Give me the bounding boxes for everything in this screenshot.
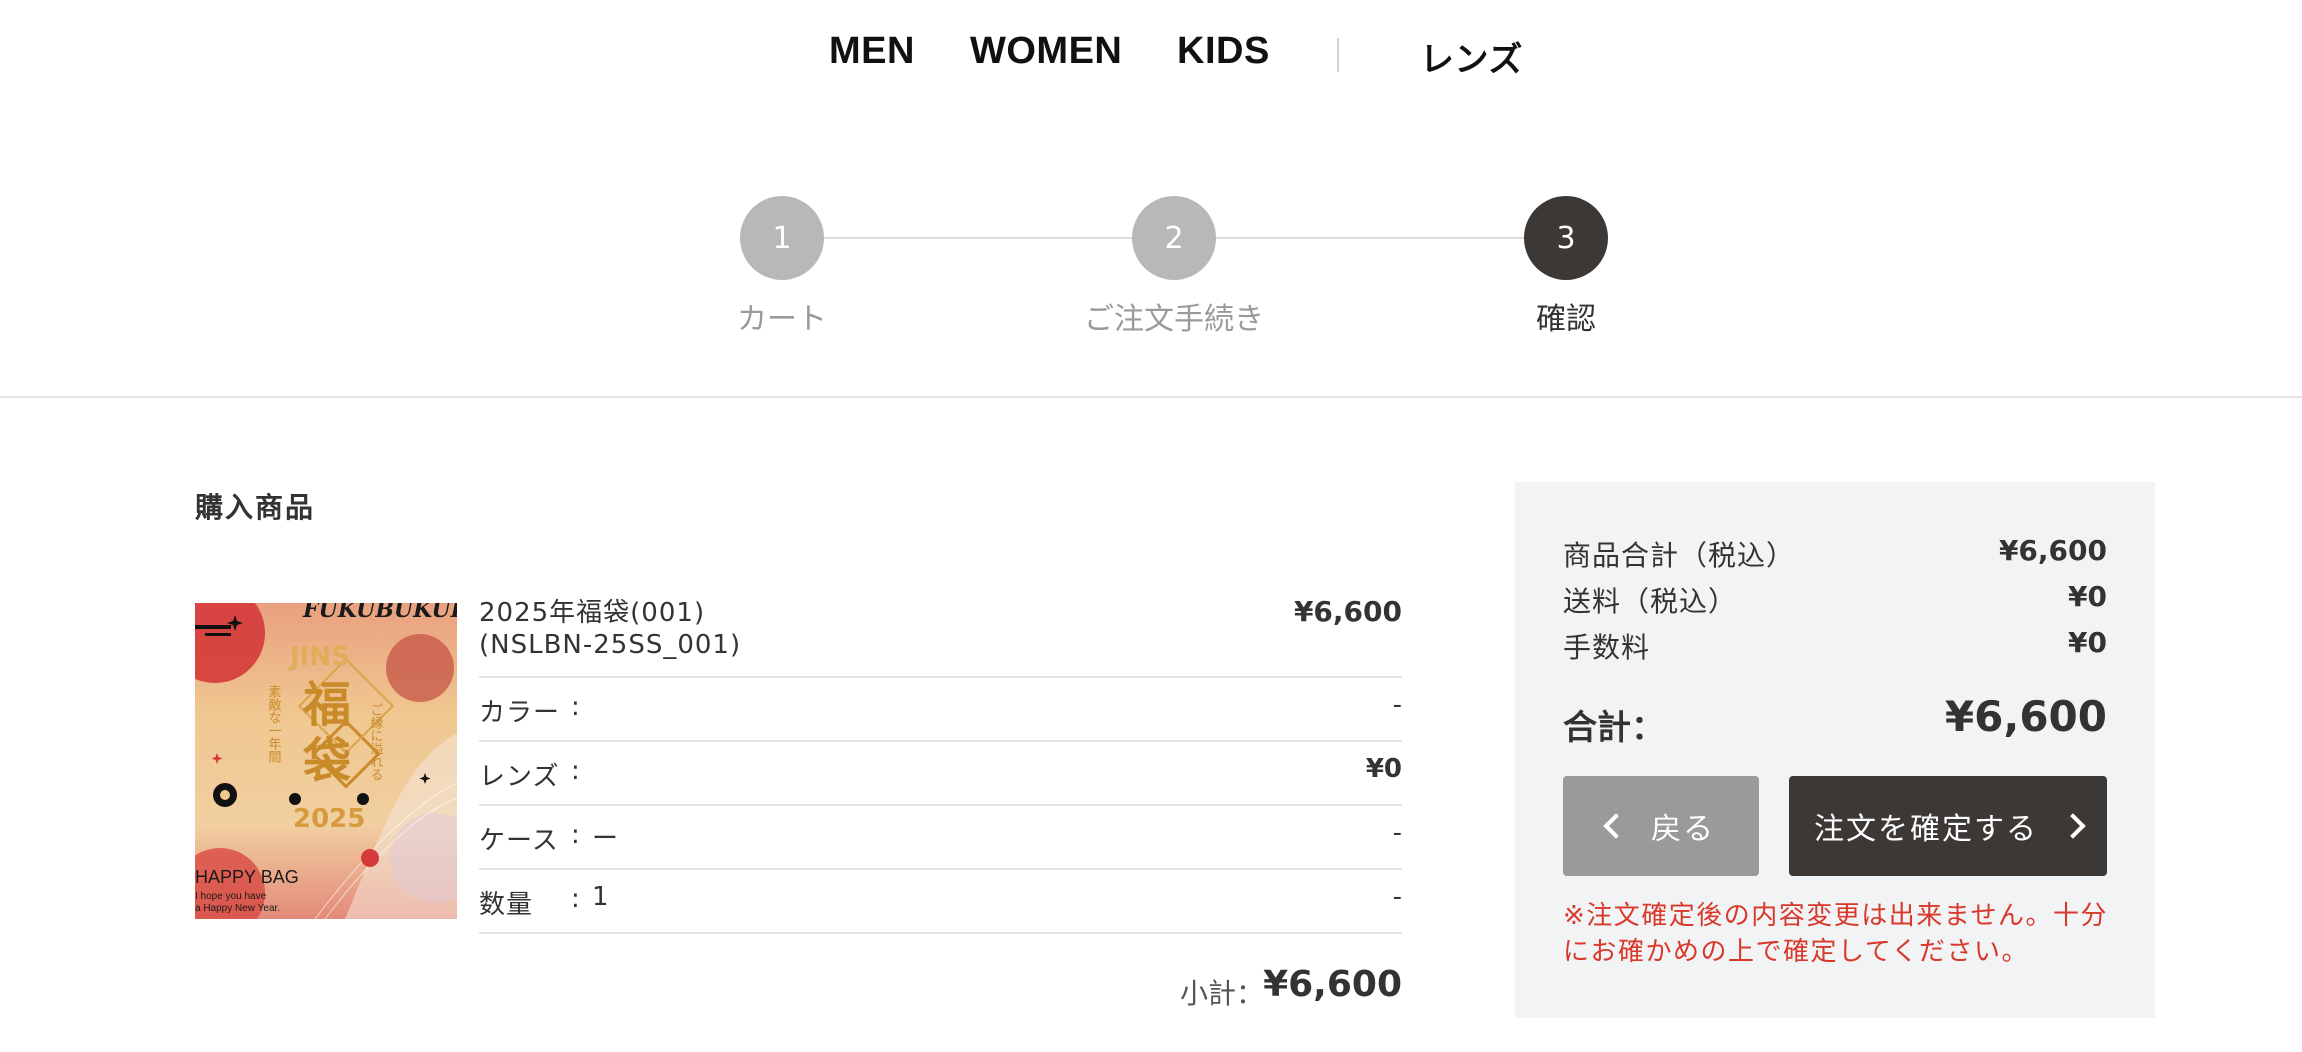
chevron-left-icon	[1603, 813, 1629, 839]
option-price-case: -	[1392, 818, 1402, 848]
top-nav: MEN WOMEN KIDS レンズ	[0, 0, 2302, 110]
row-divider	[479, 868, 1402, 870]
option-price-quantity: -	[1392, 882, 1402, 912]
row-divider	[479, 740, 1402, 742]
svg-text:袋: 袋	[302, 733, 351, 789]
summary-value: ¥0	[2068, 580, 2107, 613]
section-title: 購入商品	[195, 491, 316, 524]
svg-text:福: 福	[302, 677, 351, 733]
option-label-quantity: 数量	[479, 890, 534, 920]
total-label: 合計：	[1563, 708, 1665, 748]
option-colon: :	[571, 692, 580, 722]
svg-text:2025: 2025	[293, 804, 365, 834]
svg-text:FUKUBUKURO: FUKUBUKURO	[302, 603, 457, 623]
header-divider	[0, 396, 2302, 398]
product-price: ¥6,600	[1293, 595, 1402, 628]
back-button-label: 戻る	[1651, 812, 1715, 847]
svg-text:a Happy New Year.: a Happy New Year.	[195, 903, 280, 914]
nav-women[interactable]: WOMEN	[970, 30, 1122, 73]
order-notice: ※注文確定後の内容変更は出来ません。十分にお確かめの上で確定してください。	[1563, 901, 2109, 967]
total-value: ¥6,600	[1944, 692, 2107, 741]
nav-lens[interactable]: レンズ	[1420, 32, 1523, 81]
option-colon: :	[571, 756, 580, 786]
product-image[interactable]: FUKUBUKURO JINS 福 袋 2025 ご縁に溢れる 素敵な一年間 H…	[195, 603, 457, 919]
nav-men[interactable]: MEN	[829, 30, 915, 73]
row-divider	[479, 804, 1402, 806]
step-1-circle: 1	[740, 196, 824, 280]
option-label-color: カラー	[479, 698, 561, 728]
nav-kids[interactable]: KIDS	[1177, 30, 1270, 73]
svg-text:素敵な一年間: 素敵な一年間	[266, 685, 282, 764]
step-connector	[1174, 237, 1566, 239]
option-price-lens: ¥0	[1365, 754, 1402, 784]
step-2-label: ご注文手続き	[1084, 302, 1264, 337]
back-button[interactable]: 戻る	[1563, 776, 1759, 876]
option-label-case: ケース	[479, 826, 559, 856]
product-code: (NSLBN-25SS_001)	[479, 630, 742, 660]
svg-text:I hope you have: I hope you have	[195, 891, 267, 902]
product-name: 2025年福袋(001)	[479, 598, 706, 628]
summary-label: 商品合計（税込）	[1563, 539, 1796, 572]
row-divider	[479, 676, 1402, 678]
svg-text:ご縁に溢れる: ご縁に溢れる	[368, 703, 384, 781]
summary-value: ¥6,600	[1998, 534, 2107, 567]
step-3-circle: 3	[1524, 196, 1608, 280]
step-connector	[782, 237, 1134, 239]
confirm-button-label: 注文を確定する	[1814, 812, 2038, 847]
confirm-order-button[interactable]: 注文を確定する	[1789, 776, 2107, 876]
row-divider	[479, 932, 1402, 934]
option-value-case: ー	[592, 824, 619, 854]
summary-label: 送料（税込）	[1563, 585, 1738, 618]
summary-value: ¥0	[2068, 626, 2107, 659]
step-1-label: カート	[737, 302, 827, 337]
option-colon: :	[571, 884, 580, 914]
option-label-lens: レンズ	[479, 762, 560, 792]
subtotal-value: ¥6,600	[1263, 964, 1402, 1005]
summary-label: 手数料	[1563, 631, 1651, 664]
option-price-color: -	[1392, 690, 1402, 720]
subtotal-label: 小計：	[1180, 977, 1265, 1010]
svg-text:JINS: JINS	[288, 642, 350, 672]
option-colon: :	[571, 820, 580, 850]
chevron-right-icon	[2060, 813, 2086, 839]
checkout-stepper: 1 カート 2 ご注文手続き 3 確認	[0, 190, 2302, 350]
step-2-circle: 2	[1132, 196, 1216, 280]
option-value-quantity: 1	[592, 882, 609, 912]
order-summary-panel: 商品合計（税込） ¥6,600 送料（税込） ¥0 手数料 ¥0 合計： ¥6,…	[1515, 482, 2155, 1018]
nav-separator	[1337, 38, 1339, 72]
svg-text:HAPPY BAG: HAPPY BAG	[195, 867, 299, 887]
step-3-label: 確認	[1536, 302, 1596, 337]
